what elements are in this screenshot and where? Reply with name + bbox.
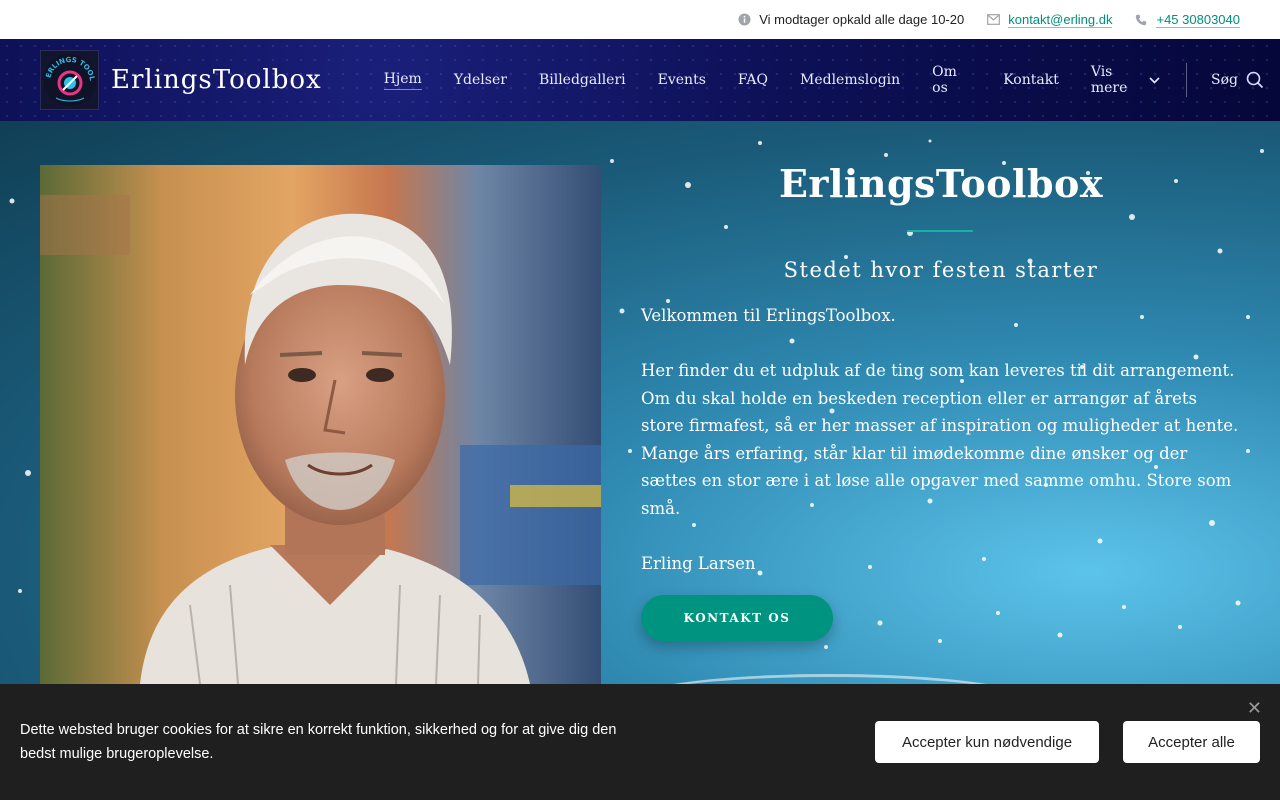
- signature-line: Erling Larsen: [641, 553, 756, 573]
- phone-contact: +45 30803040: [1134, 12, 1240, 28]
- nav-item-label: Om os: [932, 64, 957, 96]
- nav-item-hjem[interactable]: Hjem: [368, 39, 438, 121]
- nav-item-faq[interactable]: FAQ: [722, 39, 784, 121]
- search-button[interactable]: Søg: [1195, 39, 1280, 121]
- nav-item-events[interactable]: Events: [642, 39, 722, 121]
- search-label: Søg: [1211, 72, 1238, 88]
- hero-content: ErlingsToolbox Stedet hvor festen starte…: [641, 161, 1241, 641]
- main-navbar: ERLINGS TOOLBOX ErlingsToolbox Hjem Ydel…: [0, 39, 1280, 121]
- nav-item-label: Hjem: [383, 71, 422, 90]
- search-icon: [1246, 71, 1264, 89]
- top-info-bar: Vi modtager opkald alle dage 10-20 konta…: [0, 0, 1280, 39]
- nav-item-label: Kontakt: [1003, 72, 1059, 88]
- email-link[interactable]: kontakt@erling.dk: [1008, 12, 1113, 28]
- portrait-photo: [40, 165, 601, 684]
- nav-item-kontakt[interactable]: Kontakt: [987, 39, 1075, 121]
- intro-line: Her finder du et udpluk af de ting som k…: [641, 361, 1235, 380]
- main-menu: Hjem Ydelser Billedgalleri Events FAQ Me…: [368, 39, 1280, 121]
- nav-item-vis-mere[interactable]: Vis mere: [1075, 39, 1176, 121]
- nav-item-label: Billedgalleri: [538, 72, 626, 88]
- title-divider: [907, 230, 973, 232]
- reception-line: Om du skal holde en beskeden reception e…: [641, 388, 1239, 436]
- hero-section: ErlingsToolbox Stedet hvor festen starte…: [0, 121, 1280, 684]
- site-logo[interactable]: ERLINGS TOOLBOX: [40, 50, 99, 110]
- chevron-down-icon: [1149, 76, 1160, 84]
- nav-item-label: Vis mere: [1090, 64, 1128, 96]
- cookie-banner: Dette websted bruger cookies for at sikr…: [0, 684, 1280, 800]
- nav-item-label: Medlemslogin: [799, 72, 901, 88]
- hero-body-text: Velkommen til ErlingsToolbox. Her finder…: [641, 302, 1241, 577]
- opening-hours-text: Vi modtager opkald alle dage 10-20: [759, 12, 965, 27]
- nav-item-om-os[interactable]: Om os: [916, 39, 987, 121]
- nav-item-ydelser[interactable]: Ydelser: [438, 39, 523, 121]
- mail-icon: [986, 13, 1000, 27]
- contact-us-button[interactable]: KONTAKT OS: [641, 595, 833, 641]
- brand-name[interactable]: ErlingsToolbox: [111, 65, 322, 95]
- accept-all-button[interactable]: Accepter alle: [1123, 721, 1260, 763]
- nav-item-label: FAQ: [737, 72, 768, 88]
- hero-subtitle: Stedet hvor festen starter: [783, 258, 1099, 282]
- experience-line: Mange års erfaring, står klar til imødek…: [641, 443, 1232, 518]
- cookie-message: Dette websted bruger cookies for at sikr…: [20, 722, 617, 762]
- nav-item-label: Events: [657, 72, 706, 88]
- opening-hours: Vi modtager opkald alle dage 10-20: [737, 12, 964, 27]
- welcome-line: Velkommen til ErlingsToolbox.: [641, 306, 896, 325]
- hero-title: ErlingsToolbox: [778, 161, 1104, 206]
- email-contact: kontakt@erling.dk: [986, 12, 1113, 28]
- phone-icon: [1134, 13, 1148, 27]
- nav-item-medlemslogin[interactable]: Medlemslogin: [784, 39, 916, 121]
- close-icon[interactable]: ✕: [1247, 698, 1262, 719]
- nav-separator: [1186, 63, 1188, 97]
- portrait-image: [40, 165, 601, 684]
- info-icon: [737, 13, 751, 27]
- nav-item-label: Ydelser: [453, 72, 507, 88]
- nav-item-billedgalleri[interactable]: Billedgalleri: [523, 39, 642, 121]
- logo-graphic: ERLINGS TOOLBOX: [42, 52, 96, 106]
- accept-necessary-button[interactable]: Accepter kun nødvendige: [875, 721, 1099, 763]
- phone-link[interactable]: +45 30803040: [1156, 12, 1240, 28]
